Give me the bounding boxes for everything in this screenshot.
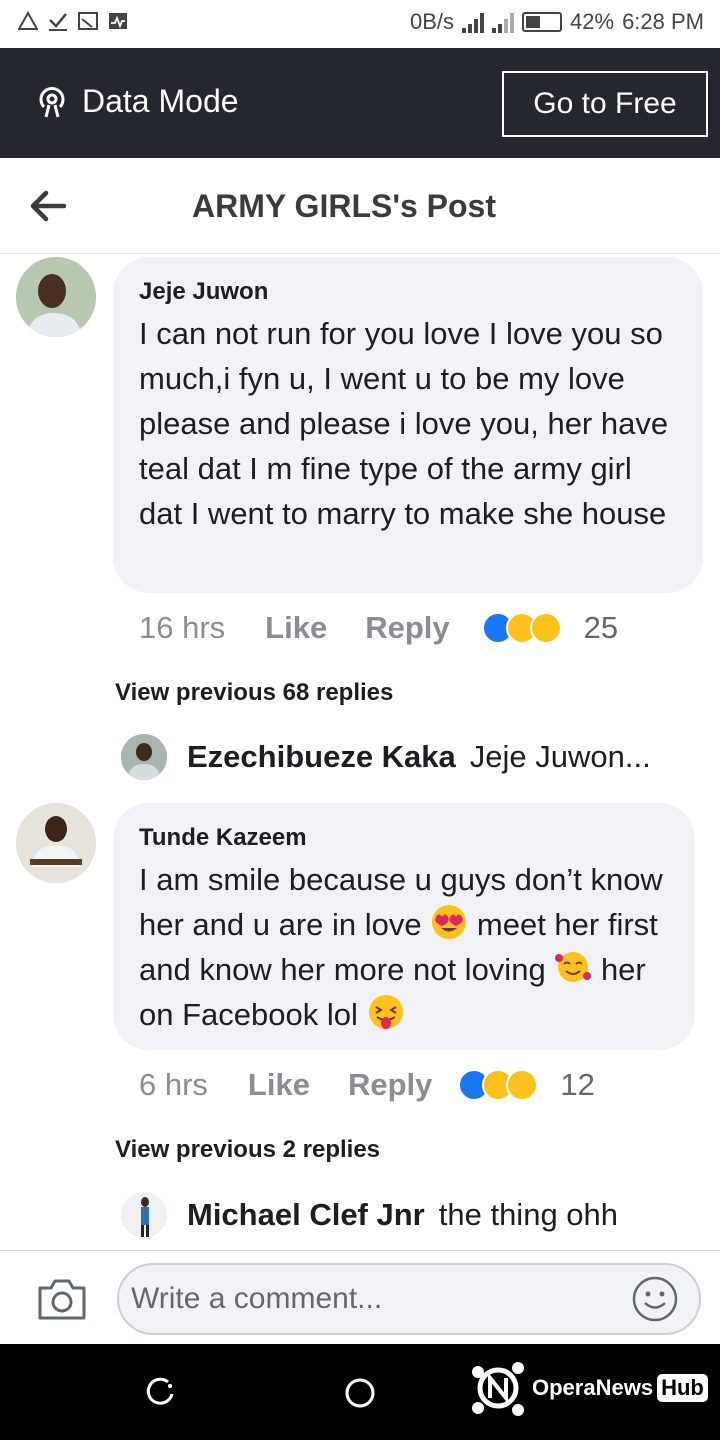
post-header: ARMY GIRLS's Post — [0, 158, 720, 254]
reaction-count: 25 — [583, 610, 619, 645]
camera-icon[interactable] — [36, 1276, 88, 1322]
like-button[interactable]: Like — [265, 610, 327, 646]
broadcast-icon — [39, 86, 65, 117]
activity-icon — [109, 13, 127, 29]
comment-input[interactable] — [117, 1263, 701, 1335]
avatar[interactable] — [16, 803, 96, 883]
view-previous-replies[interactable]: View previous 68 replies — [115, 679, 393, 707]
wow-reaction-icon — [529, 612, 562, 644]
data-mode-label: Data Mode — [34, 83, 239, 120]
notification-icons — [18, 10, 128, 32]
reply-text: Jeje Juwon... — [469, 739, 651, 774]
system-status: 0B/s 42% 6:28 PM — [410, 9, 704, 35]
hub-badge: Hub — [657, 1374, 708, 1402]
warning-icon — [18, 10, 38, 30]
reply-author: Michael Clef Jnr — [187, 1197, 425, 1232]
comment-composer — [0, 1250, 720, 1344]
status-bar: 0B/s 42% 6:28 PM — [0, 0, 720, 48]
reactions[interactable] — [481, 612, 562, 644]
heart-eyes-emoji-icon — [432, 905, 467, 939]
go-to-free-button[interactable]: Go to Free — [502, 71, 708, 137]
reply-button[interactable]: Reply — [348, 1067, 432, 1103]
signal-2-icon — [492, 11, 515, 33]
page-title: ARMY GIRLS's Post — [192, 188, 496, 224]
comment-bubble: Jeje Juwon I can not run for you love I … — [113, 257, 703, 593]
emoji-picker-icon[interactable] — [630, 1274, 680, 1324]
person-photo-icon — [121, 734, 167, 780]
reactions[interactable] — [458, 1069, 539, 1101]
comment-actions: 6 hrs Like Reply 12 — [139, 1067, 595, 1103]
avatar[interactable] — [16, 257, 96, 337]
screen-cast-icon — [78, 12, 98, 30]
clock: 6:28 PM — [622, 9, 704, 34]
comment-author[interactable]: Tunde Kazeem — [139, 823, 669, 853]
reply-preview[interactable]: Michael Clef Jnr the thing ohh — [121, 1192, 618, 1238]
person-photo-icon — [121, 1192, 167, 1238]
opera-news-logo-icon — [472, 1362, 524, 1416]
comment-text: I can not run for you love I love you so… — [139, 316, 669, 531]
reply-button[interactable]: Reply — [365, 610, 449, 646]
comment-actions: 16 hrs Like Reply 25 — [139, 610, 618, 646]
reply-text: the thing ohh — [438, 1197, 619, 1232]
comment-text: I am smile because u guys don’t know her… — [139, 857, 669, 1037]
reply-preview[interactable]: Ezechibueze Kaka Jeje Juwon... — [121, 734, 651, 780]
network-speed: 0B/s — [409, 9, 455, 34]
wow-reaction-icon — [506, 1069, 539, 1101]
person-photo-icon — [16, 803, 96, 883]
battery-level: 42% — [570, 9, 615, 34]
avatar — [121, 1192, 167, 1238]
comment-time: 16 hrs — [139, 610, 226, 645]
reaction-count: 12 — [560, 1067, 595, 1102]
comment-author[interactable]: Jeje Juwon — [139, 277, 677, 307]
battery-icon — [522, 12, 563, 32]
reply-author: Ezechibueze Kaka — [187, 739, 456, 774]
download-done-icon — [49, 13, 67, 31]
person-photo-icon — [16, 257, 96, 337]
data-mode-bar: Data Mode Go to Free — [0, 48, 720, 158]
opera-news-hub-watermark: OperaNews Hub — [468, 1358, 708, 1418]
home-icon[interactable] — [344, 1377, 376, 1409]
comment-bubble: Tunde Kazeem I am smile because u guys d… — [113, 803, 695, 1050]
data-mode-text: Data Mode — [82, 83, 239, 119]
smiling-hearts-emoji-icon — [555, 952, 592, 982]
tongue-emoji-icon — [368, 995, 403, 1029]
recents-icon[interactable] — [146, 1377, 176, 1407]
system-nav-bar: OperaNews Hub — [0, 1344, 720, 1440]
view-previous-replies[interactable]: View previous 2 replies — [115, 1136, 380, 1164]
signal-icon — [462, 11, 485, 33]
avatar — [121, 734, 167, 780]
brand-text: OperaNews — [532, 1375, 654, 1400]
like-button[interactable]: Like — [248, 1067, 310, 1103]
comment-time: 6 hrs — [139, 1067, 208, 1102]
